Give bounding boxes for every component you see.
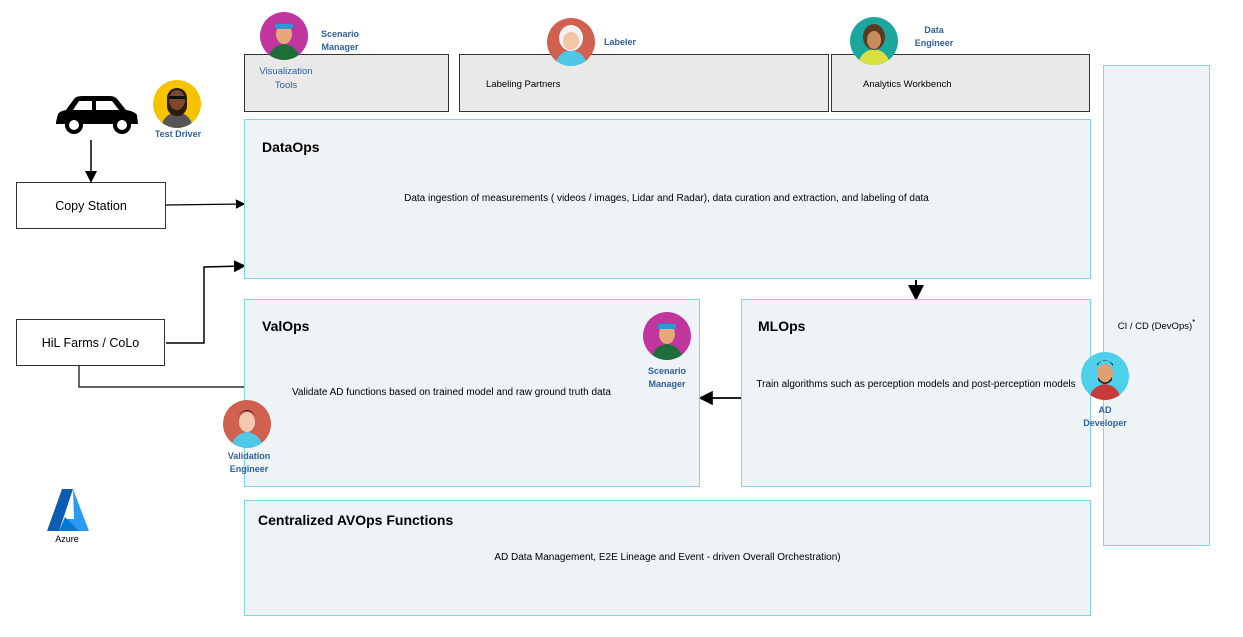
valops-scenario-manager-avatar-icon: [643, 312, 691, 360]
cicd-footnote-mark: *: [1192, 318, 1196, 327]
azure-logo-icon: [47, 489, 89, 531]
mlops-description: Train algorithms such as perception mode…: [756, 379, 1076, 390]
test-driver-avatar-icon: [153, 80, 201, 128]
scenario-manager-avatar-icon: [260, 12, 308, 60]
copy-station-label: Copy Station: [55, 199, 127, 213]
cicd-panel: [1103, 65, 1210, 546]
labeler-avatar-icon: [547, 18, 595, 66]
valops-scenario-manager-label: Scenario Manager: [647, 366, 687, 389]
hil-to-valops-line: [78, 366, 245, 388]
ad-developer-avatar-icon: [1081, 352, 1129, 400]
car-icon: [56, 96, 138, 134]
copy-station-box: Copy Station: [16, 182, 166, 229]
azure-label: Azure: [55, 534, 79, 544]
scenario-manager-label: Scenario Manager: [320, 29, 360, 52]
centralized-avops-title: Centralized AVOps Functions: [258, 512, 454, 528]
hil-farms-box: HiL Farms / CoLo: [16, 319, 165, 366]
data-engineer-label: Data Engineer: [914, 25, 954, 48]
centralized-avops-description: AD Data Management, E2E Lineage and Even…: [494, 552, 841, 563]
labeling-partners-label: Labeling Partners: [486, 79, 561, 90]
copy-station-to-dataops-arrow: [165, 199, 246, 209]
labeler-label: Labeler: [604, 37, 637, 47]
ad-developer-label: AD Developer: [1083, 405, 1127, 428]
mlops-title: MLOps: [758, 318, 806, 334]
dataops-title: DataOps: [262, 139, 320, 155]
cicd-label-text: CI / CD (DevOps): [1117, 321, 1193, 333]
validation-engineer-avatar-icon: [223, 400, 271, 448]
valops-description: Validate AD functions based on trained m…: [292, 387, 611, 398]
test-driver-label: Test Driver: [154, 129, 202, 139]
valops-title: ValOps: [262, 318, 310, 334]
validation-engineer-label: Validation Engineer: [227, 451, 271, 474]
visualization-tools-label: Visualization Tools: [259, 66, 313, 91]
hil-to-dataops-arrow: [166, 260, 246, 344]
data-engineer-avatar-icon: [850, 17, 898, 65]
hil-farms-label: HiL Farms / CoLo: [41, 336, 140, 350]
dataops-description: Data ingestion of measurements ( videos …: [404, 193, 929, 204]
cicd-label: CI / CD (DevOps)*: [1103, 318, 1210, 332]
analytics-workbench-label: Analytics Workbench: [863, 79, 952, 90]
